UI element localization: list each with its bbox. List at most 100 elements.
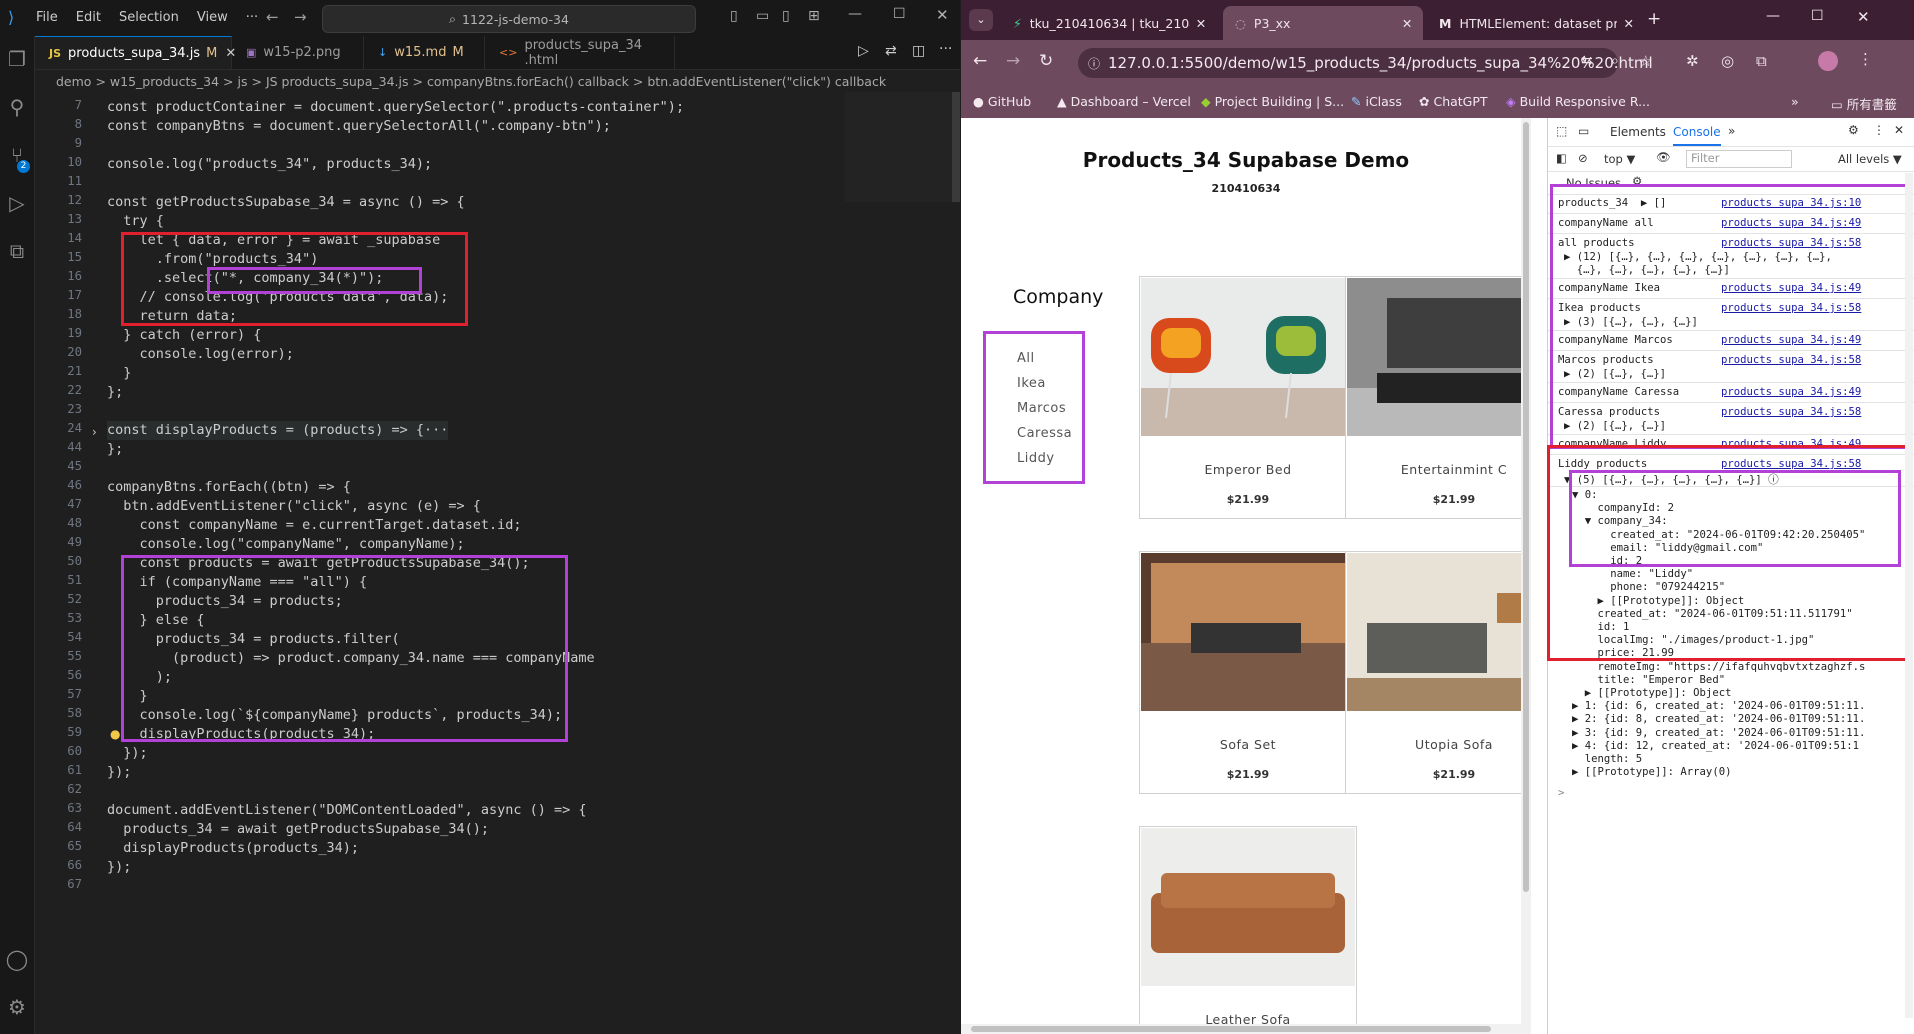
code-line[interactable]: console.log(error); [107,345,294,364]
close-icon[interactable]: ✕ [1857,8,1870,26]
code-line[interactable]: displayProducts(products_34); [107,839,359,858]
tab-console[interactable]: Console [1673,125,1721,146]
code-editor[interactable]: const productContainer = document.queryS… [107,98,857,898]
context-select[interactable]: top ▼ [1604,152,1635,166]
site-info-icon[interactable]: ⓘ [1088,55,1100,72]
browser-tab-tku[interactable]: ⚡ tku_210410634 | tku_210410 ✕ [1001,6,1219,40]
company-btn-caressa[interactable]: Caressa [1017,421,1072,446]
maximize-icon[interactable]: ☐ [1811,8,1824,24]
menu-edit[interactable]: Edit [76,10,101,25]
product-card[interactable]: Emperor Bed $21.99 [1139,276,1357,519]
bookmark-chatgpt[interactable]: ✿ ChatGPT [1419,94,1488,109]
object-property[interactable]: ▶ 4: {id: 12, created_at: '2024-06-01T09… [1572,740,1859,752]
bookmark-github[interactable]: ● GitHub [973,94,1031,109]
profile-avatar[interactable] [1818,51,1838,71]
account-icon[interactable]: ◯ [4,946,30,972]
more-options-icon[interactable]: ⋮ [1873,123,1885,137]
console-filter-input[interactable]: Filter [1686,150,1792,168]
minimap[interactable] [845,92,955,202]
zoom-icon[interactable]: ⌕ [1611,53,1619,69]
forward-arrow-icon[interactable]: → [294,8,307,26]
breadcrumb-item[interactable]: companyBtns.forEach() callback [427,74,629,89]
tab-products-supa-js[interactable]: JS products_supa_34.js M ✕ [35,36,236,69]
browser-tab-mdn[interactable]: M HTMLElement: dataset prope ✕ [1427,6,1637,40]
close-icon[interactable]: ✕ [936,6,949,24]
code-line[interactable]: }); [107,763,131,782]
breadcrumb-item[interactable]: JS products_supa_34.js [266,74,409,89]
settings-gear-icon[interactable]: ⚙ [4,994,30,1020]
code-line[interactable]: } catch (error) { [107,326,261,345]
extension-icon[interactable]: ✲ [1686,52,1699,70]
company-btn-all[interactable]: All [1017,346,1072,371]
clear-console-icon[interactable]: ⊘ [1578,151,1588,165]
extensions-puzzle-icon[interactable]: ⧉ [1756,52,1767,70]
compare-icon[interactable]: ⇄ [885,43,897,59]
object-property[interactable]: ▶ [[Prototype]]: Object [1572,687,1732,699]
devtools-scrollbar[interactable] [1905,173,1913,1018]
code-line[interactable]: console.log("companyName", companyName); [107,535,465,554]
product-card[interactable]: Entertainmint C $21.99 [1345,276,1531,519]
tab-close-icon[interactable]: ✕ [1402,16,1412,31]
customize-layout-icon[interactable]: ⊞ [808,8,820,24]
code-line[interactable]: companyBtns.forEach((btn) => { [107,478,351,497]
bookmark-project-building[interactable]: ◆ Project Building | S... [1201,94,1344,109]
code-line[interactable]: document.addEventListener("DOMContentLoa… [107,801,587,820]
explorer-icon[interactable]: ❐ [4,46,30,72]
run-debug-icon[interactable]: ▷ [4,190,30,216]
code-line[interactable]: const companyName = e.currentTarget.data… [107,516,522,535]
extensions-icon[interactable]: ⧉ [4,238,30,264]
extension-icon[interactable]: ◎ [1721,52,1734,70]
address-bar[interactable]: ⓘ 127.0.0.1:5500/demo/w15_products_34/pr… [1078,48,1653,78]
split-editor-icon[interactable]: ◫ [912,43,925,59]
maximize-icon[interactable]: ☐ [893,6,906,22]
menu-file[interactable]: File [36,10,58,25]
search-icon[interactable]: ⚲ [4,94,30,120]
tab-search-icon[interactable]: ⌄ [969,9,993,31]
tab-close-icon[interactable]: ✕ [1196,16,1206,31]
tab-products-supa-html[interactable]: <> products_supa_34 .html [485,36,675,69]
code-line[interactable]: products_34 = await getProductsSupabase_… [107,820,489,839]
company-btn-ikea[interactable]: Ikea [1017,371,1072,396]
tab-w15-p2-png[interactable]: ▣ w15-p2.png [232,36,364,69]
menu-selection[interactable]: Selection [119,10,179,25]
tab-close-icon[interactable]: ✕ [1623,16,1633,31]
minimize-icon[interactable]: — [848,6,862,22]
object-property[interactable]: title: "Emperor Bed" [1572,674,1726,686]
object-property[interactable]: length: 5 [1572,753,1642,765]
code-line[interactable]: }; [107,440,123,459]
bookmark-star-icon[interactable]: ☆ [1639,52,1652,70]
more-actions-icon[interactable]: ··· [939,41,952,57]
back-arrow-icon[interactable]: ← [266,8,279,26]
bookmark-build-responsive[interactable]: ◈ Build Responsive R... [1506,94,1650,109]
product-card[interactable]: Sofa Set $21.99 [1139,551,1357,794]
product-card[interactable]: Leather Sofa [1139,826,1357,1034]
toggle-secondary-sidebar-icon[interactable]: ▯ [782,8,790,24]
breadcrumb-item[interactable]: w15_products_34 [110,74,219,89]
device-toolbar-icon[interactable]: ▭ [1578,124,1589,138]
horizontal-scrollbar[interactable] [961,1024,1521,1034]
code-line[interactable]: const getProductsSupabase_34 = async () … [107,193,465,212]
object-property[interactable]: ▶ 2: {id: 8, created_at: '2024-06-01T09:… [1572,713,1865,725]
editor-scrollbar[interactable] [952,92,960,202]
tab-w15-md[interactable]: ↓ w15.md M [364,36,485,69]
more-tabs[interactable]: » [1728,124,1735,138]
run-icon[interactable]: ▷ [858,43,869,59]
forward-arrow-icon[interactable]: → [1006,51,1020,71]
fold-chevron-icon[interactable]: › [92,425,97,439]
company-btn-liddy[interactable]: Liddy [1017,446,1072,471]
back-arrow-icon[interactable]: ← [973,51,987,71]
translate-icon[interactable]: ⇆ [1581,53,1593,69]
code-line[interactable]: }); [107,744,147,763]
new-tab-icon[interactable]: + [1647,9,1661,29]
chrome-menu-icon[interactable]: ⋮ [1858,50,1873,68]
close-devtools-icon[interactable]: ✕ [1894,123,1904,137]
menu-more[interactable]: ··· [246,10,258,25]
console-prompt[interactable]: > [1558,787,1564,799]
breadcrumb-item[interactable]: btn.addEventListener("click") callback [647,74,886,89]
code-line[interactable]: const displayProducts = (products) => {·… [107,421,449,440]
code-line[interactable]: } [107,364,131,383]
code-line[interactable]: btn.addEventListener("click", async (e) … [107,497,481,516]
code-line[interactable]: try { [107,212,164,231]
command-center-search[interactable]: ⌕ 1122-js-demo-34 [322,5,696,33]
tab-elements[interactable]: Elements [1610,125,1666,139]
